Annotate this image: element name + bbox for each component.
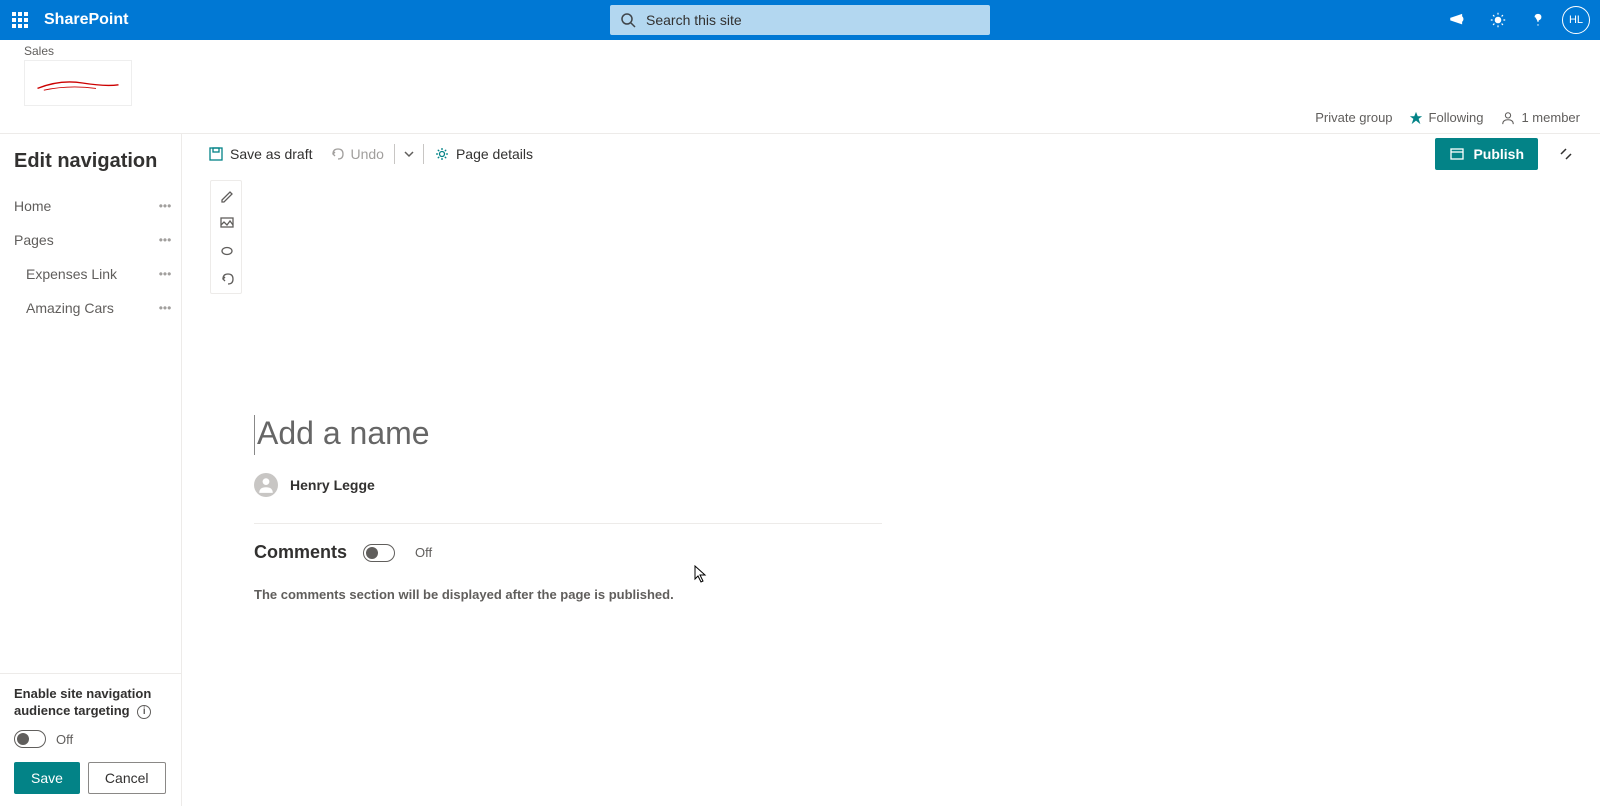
following-label: Following	[1429, 110, 1484, 125]
expand-icon[interactable]	[1550, 138, 1582, 170]
following-button[interactable]: Following	[1409, 110, 1484, 125]
nav-footer: Enable site navigation audience targetin…	[0, 673, 181, 806]
chevron-down-icon	[401, 146, 417, 162]
audience-toggle-state: Off	[56, 732, 73, 747]
nav-item-more-icon[interactable]: •••	[155, 301, 175, 315]
nav-item-more-icon[interactable]: •••	[155, 233, 175, 247]
undo-chevron-button[interactable]	[397, 134, 421, 174]
gear-icon	[434, 146, 450, 162]
page-canvas: Add a name Henry Legge Comments Off T	[182, 174, 1600, 632]
site-info-row: Private group Following 1 member	[0, 106, 1600, 134]
user-avatar[interactable]: HL	[1562, 6, 1590, 34]
audience-targeting-toggle[interactable]	[14, 730, 46, 748]
nav-item-label: Amazing Cars	[26, 300, 114, 316]
cancel-button[interactable]: Cancel	[88, 762, 166, 794]
search-box[interactable]	[610, 5, 990, 35]
page-title-input[interactable]: Add a name	[254, 415, 882, 455]
image-layout-icon[interactable]	[211, 209, 243, 237]
members-label: 1 member	[1521, 110, 1580, 125]
nav-item-more-icon[interactable]: •••	[155, 199, 175, 213]
author-name[interactable]: Henry Legge	[290, 477, 375, 493]
page-details-button[interactable]: Page details	[426, 134, 541, 174]
nav-item-more-icon[interactable]: •••	[155, 267, 175, 281]
site-logo[interactable]	[24, 60, 132, 106]
save-as-draft-button[interactable]: Save as draft	[200, 134, 321, 174]
comments-section: Comments Off The comments section will b…	[254, 524, 882, 602]
nav-item-label: Expenses Link	[26, 266, 117, 282]
command-bar: Save as draft Undo Page details Publish	[182, 134, 1600, 174]
save-button[interactable]: Save	[14, 762, 80, 794]
undo-button[interactable]: Undo	[321, 134, 392, 174]
comments-toggle[interactable]	[363, 544, 395, 562]
star-filled-icon	[1409, 111, 1423, 125]
search-input[interactable]	[646, 12, 980, 28]
person-icon	[1501, 111, 1515, 125]
audience-targeting-label: Enable site navigation audience targetin…	[14, 686, 167, 720]
title-toolbox	[210, 180, 242, 294]
nav-list: Home ••• Pages ••• Expenses Link ••• Ama…	[0, 185, 181, 673]
site-header: Sales	[0, 40, 1600, 106]
help-icon[interactable]	[1518, 0, 1558, 40]
product-name[interactable]: SharePoint	[40, 11, 128, 29]
comments-title: Comments	[254, 542, 347, 563]
undo-icon	[329, 146, 345, 162]
nav-item-amazing-cars[interactable]: Amazing Cars •••	[0, 291, 181, 325]
nav-item-pages[interactable]: Pages •••	[0, 223, 181, 257]
nav-item-label: Home	[14, 198, 51, 214]
nav-item-label: Pages	[14, 232, 54, 248]
reset-icon[interactable]	[211, 265, 243, 293]
author-avatar-icon	[254, 473, 278, 497]
nav-editor-panel: Edit navigation Home ••• Pages ••• Expen…	[0, 134, 182, 806]
site-name[interactable]: Sales	[24, 44, 1600, 60]
app-launcher-icon[interactable]	[0, 0, 40, 40]
nav-item-expenses-link[interactable]: Expenses Link •••	[0, 257, 181, 291]
nav-item-home[interactable]: Home •••	[0, 189, 181, 223]
search-icon	[620, 12, 636, 28]
publish-button[interactable]: Publish	[1435, 138, 1538, 170]
page-body: Add a name Henry Legge Comments Off T	[242, 174, 882, 602]
suite-bar: SharePoint HL	[0, 0, 1600, 40]
separator	[423, 144, 424, 164]
publish-icon	[1449, 146, 1465, 162]
nav-editor-title: Edit navigation	[0, 134, 181, 185]
separator	[394, 144, 395, 164]
megaphone-icon[interactable]	[1438, 0, 1478, 40]
members-button[interactable]: 1 member	[1501, 110, 1580, 125]
title-area[interactable]: Add a name Henry Legge	[254, 174, 882, 524]
edit-title-icon[interactable]	[211, 181, 243, 209]
info-icon[interactable]: i	[137, 705, 151, 719]
shape-icon[interactable]	[211, 237, 243, 265]
settings-gear-icon[interactable]	[1478, 0, 1518, 40]
content-area: Save as draft Undo Page details Publish	[182, 134, 1600, 806]
save-icon	[208, 146, 224, 162]
group-type-label: Private group	[1315, 110, 1392, 125]
comments-note: The comments section will be displayed a…	[254, 587, 882, 602]
comments-toggle-state: Off	[415, 545, 432, 560]
author-row: Henry Legge	[254, 473, 882, 497]
